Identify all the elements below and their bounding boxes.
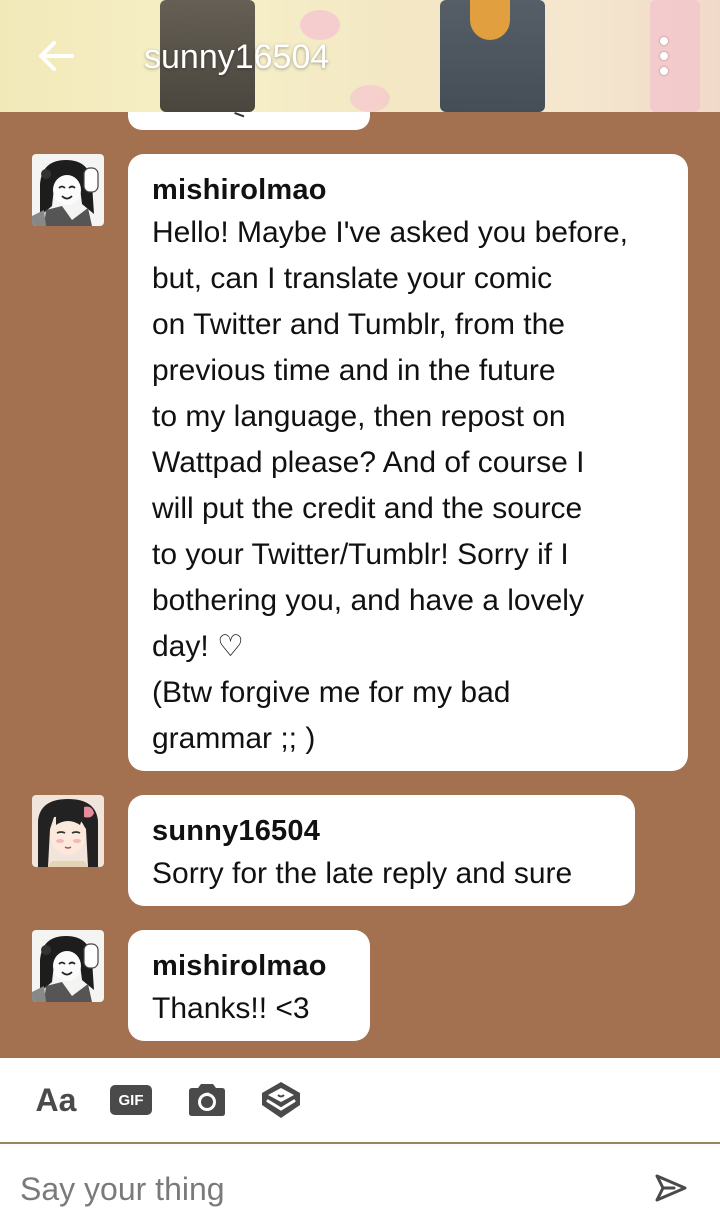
send-icon [655,1174,687,1202]
manga-girl-avatar[interactable] [32,930,104,1002]
header-background-art [470,0,510,40]
camera-icon [189,1084,225,1116]
send-button[interactable] [648,1166,694,1210]
text-format-button[interactable]: Aa [32,1076,80,1124]
message-bubble[interactable]: sunny16504 Sorry for the late reply and … [128,795,635,906]
message-author[interactable]: sunny16504 [152,811,611,851]
manga-girl-avatar[interactable] [32,154,104,226]
gif-icon: GIF [110,1085,152,1115]
header-background-art [350,85,390,112]
gif-button[interactable]: GIF [110,1076,152,1124]
composer-divider [0,1142,720,1144]
conversation-header: sunny16504 [0,0,720,112]
more-vertical-icon [660,37,668,45]
more-vertical-icon [660,52,668,60]
message-list[interactable]: mishirolmao Hello! Maybe I've asked you … [0,112,720,1058]
message-author[interactable]: mishirolmao [152,170,664,210]
message-composer: Aa GIF [0,1058,720,1232]
message-bubble[interactable]: mishirolmao Thanks!! <3 [128,930,370,1041]
anime-girl-avatar[interactable] [32,795,104,867]
conversation-title: sunny16504 [144,38,330,76]
previous-message-bubble [128,112,370,130]
message-author[interactable]: mishirolmao [152,946,346,986]
message-text: Thanks!! <3 [152,992,310,1025]
message-text: Hello! Maybe I've asked you before, but,… [152,216,628,755]
composer-toolbar: Aa GIF [0,1058,720,1142]
message-input[interactable] [18,1162,622,1216]
sticker-icon [262,1082,300,1118]
arrow-left-icon [39,41,74,71]
message-text: Sorry for the late reply and sure [152,857,573,890]
more-options-button[interactable] [644,34,684,78]
sticker-button[interactable] [258,1076,304,1124]
message-bubble[interactable]: mishirolmao Hello! Maybe I've asked you … [128,154,688,771]
back-button[interactable] [30,36,82,76]
camera-button[interactable] [184,1076,230,1124]
more-vertical-icon [660,67,668,75]
